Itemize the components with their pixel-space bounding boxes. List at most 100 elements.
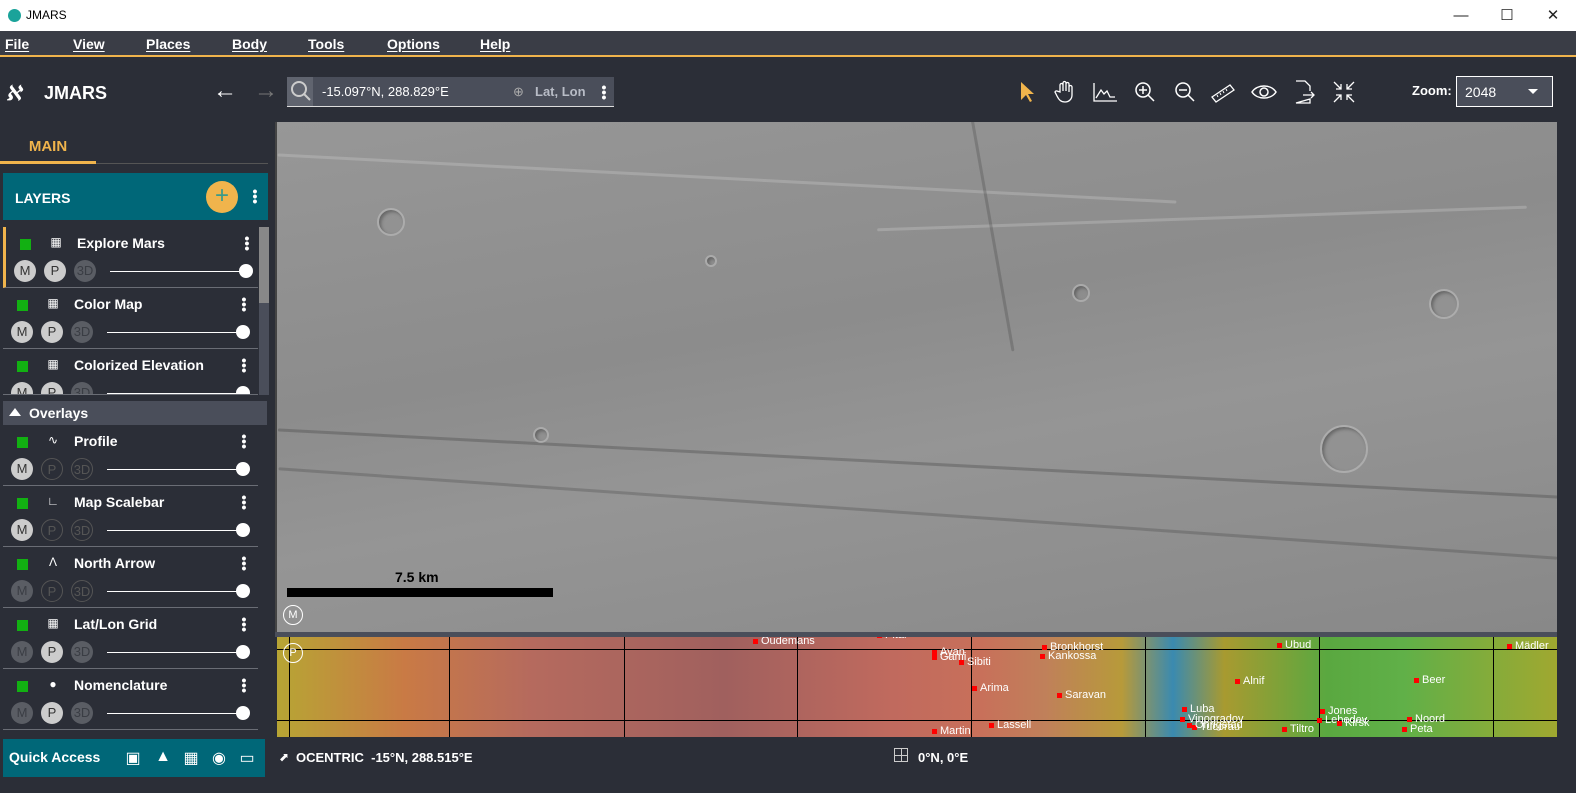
main-view-toggle[interactable]: M: [11, 321, 33, 343]
opacity-slider[interactable]: [107, 332, 247, 333]
menu-view[interactable]: View: [73, 36, 105, 52]
panner-view-toggle[interactable]: P: [41, 519, 63, 541]
layer-row[interactable]: ▦ Colorized Elevation • • • M P 3D: [3, 349, 258, 395]
opacity-slider-handle[interactable]: [236, 584, 250, 598]
map-book-icon[interactable]: ▦: [181, 748, 201, 768]
coord-mode[interactable]: Lat, Lon: [535, 84, 586, 99]
visibility-checkbox[interactable]: [17, 620, 28, 631]
opacity-slider-handle[interactable]: [239, 264, 253, 278]
layer-menu-button[interactable]: • • •: [241, 490, 247, 514]
layer-row[interactable]: Λ North Arrow • • • M P 3D: [3, 547, 258, 608]
layer-menu-button[interactable]: • • •: [241, 551, 247, 575]
place-label[interactable]: Saravan: [1057, 689, 1106, 701]
opacity-slider[interactable]: [107, 530, 247, 531]
vr-goggles-icon[interactable]: ▭: [237, 748, 257, 768]
opacity-slider[interactable]: [107, 393, 247, 394]
overlays-header[interactable]: Overlays: [3, 401, 267, 425]
main-view-toggle[interactable]: M: [14, 260, 36, 282]
place-label[interactable]: Peta: [1402, 723, 1433, 735]
3d-view-toggle[interactable]: 3D: [74, 260, 96, 282]
main-view-toggle[interactable]: M: [11, 702, 33, 724]
search-menu-button[interactable]: • • •: [601, 80, 607, 104]
panner-view-toggle[interactable]: P: [41, 580, 63, 602]
visibility-checkbox[interactable]: [17, 361, 28, 372]
main-view-toggle[interactable]: M: [11, 519, 33, 541]
layers-menu-button[interactable]: • • •: [252, 184, 258, 208]
menu-file[interactable]: File: [5, 36, 29, 52]
opacity-slider[interactable]: [110, 271, 250, 272]
profile-icon[interactable]: [1092, 79, 1118, 105]
select-arrow-icon[interactable]: [1015, 79, 1041, 105]
menu-tools[interactable]: Tools: [308, 36, 344, 52]
place-label[interactable]: Ubud: [1277, 639, 1311, 651]
3d-view-toggle[interactable]: 3D: [71, 382, 93, 394]
3d-view-toggle[interactable]: 3D: [71, 519, 93, 541]
place-label[interactable]: Alnif: [1235, 675, 1264, 687]
opacity-slider-handle[interactable]: [236, 386, 250, 394]
menu-places[interactable]: Places: [146, 36, 190, 52]
export-icon[interactable]: [1291, 79, 1317, 105]
opacity-slider-handle[interactable]: [236, 325, 250, 339]
layer-menu-button[interactable]: • • •: [241, 429, 247, 453]
ruler-icon[interactable]: [1210, 79, 1236, 105]
search-icon[interactable]: [287, 77, 313, 106]
place-label[interactable]: Pital: [877, 637, 906, 641]
maximize-button[interactable]: ☐: [1484, 0, 1530, 31]
collapse-icon[interactable]: [1331, 79, 1357, 105]
place-label[interactable]: Arima: [972, 682, 1009, 694]
location-search[interactable]: -15.097°N, 288.829°E ⊕ Lat, Lon • • •: [287, 77, 614, 107]
add-layer-button[interactable]: +: [206, 181, 238, 213]
place-label[interactable]: Beer: [1414, 674, 1445, 686]
place-label[interactable]: Ohrigstad: [1187, 719, 1243, 731]
place-label[interactable]: Kirsk: [1337, 717, 1369, 729]
3d-view-toggle[interactable]: 3D: [71, 321, 93, 343]
panner-view-toggle[interactable]: P: [41, 321, 63, 343]
place-label[interactable]: Lassell: [989, 719, 1031, 731]
main-view-toggle[interactable]: M: [11, 382, 33, 394]
layer-row[interactable]: ∟ Map Scalebar • • • M P 3D: [3, 486, 258, 547]
zoom-in-icon[interactable]: [1132, 79, 1158, 105]
visibility-checkbox[interactable]: [17, 681, 28, 692]
place-label[interactable]: Mädler: [1507, 640, 1549, 652]
zoom-out-icon[interactable]: [1172, 79, 1198, 105]
place-label[interactable]: Sibiti: [959, 656, 991, 668]
visibility-checkbox[interactable]: [17, 498, 28, 509]
menu-options[interactable]: Options: [387, 36, 440, 52]
opacity-slider[interactable]: [107, 591, 247, 592]
place-label[interactable]: Martin: [932, 725, 971, 737]
tab-main[interactable]: MAIN: [0, 130, 96, 164]
main-view-toggle[interactable]: M: [11, 458, 33, 480]
back-button[interactable]: ←: [213, 77, 237, 105]
layer-menu-button[interactable]: • • •: [241, 292, 247, 316]
layer-row[interactable]: ▦ Explore Mars • • • M P 3D: [3, 227, 258, 288]
opacity-slider[interactable]: [107, 469, 247, 470]
layer-menu-button[interactable]: • • •: [241, 673, 247, 697]
place-label[interactable]: Tiltro: [1282, 723, 1314, 735]
place-label[interactable]: Oudemans: [753, 637, 815, 647]
visibility-checkbox[interactable]: [20, 239, 31, 250]
main-view-toggle[interactable]: M: [11, 641, 33, 663]
menu-help[interactable]: Help: [480, 36, 510, 52]
layers-scrollbar[interactable]: [259, 227, 269, 395]
place-label[interactable]: Kankossa: [1040, 650, 1096, 662]
panner-view-toggle[interactable]: P: [41, 458, 63, 480]
opacity-slider[interactable]: [107, 713, 247, 714]
scrollbar-thumb[interactable]: [259, 227, 269, 303]
visibility-checkbox[interactable]: [17, 300, 28, 311]
layer-menu-button[interactable]: • • •: [241, 612, 247, 636]
close-button[interactable]: ✕: [1530, 0, 1576, 31]
opacity-slider-handle[interactable]: [236, 706, 250, 720]
main-view-toggle[interactable]: M: [11, 580, 33, 602]
forward-button[interactable]: →: [254, 77, 278, 105]
opacity-slider-handle[interactable]: [236, 645, 250, 659]
zoom-select[interactable]: 2048: [1456, 76, 1553, 107]
globe-icon[interactable]: ◉: [209, 748, 229, 768]
minimize-button[interactable]: —: [1438, 0, 1484, 31]
main-map-view[interactable]: [275, 122, 1557, 632]
layer-row[interactable]: ▦ Color Map • • • M P 3D: [3, 288, 258, 349]
3d-view-toggle[interactable]: 3D: [71, 641, 93, 663]
search-input[interactable]: -15.097°N, 288.829°E: [322, 84, 449, 99]
layer-row[interactable]: ▦ Lat/Lon Grid • • • M P 3D: [3, 608, 258, 669]
menu-body[interactable]: Body: [232, 36, 267, 52]
panner-view-toggle[interactable]: P: [41, 702, 63, 724]
